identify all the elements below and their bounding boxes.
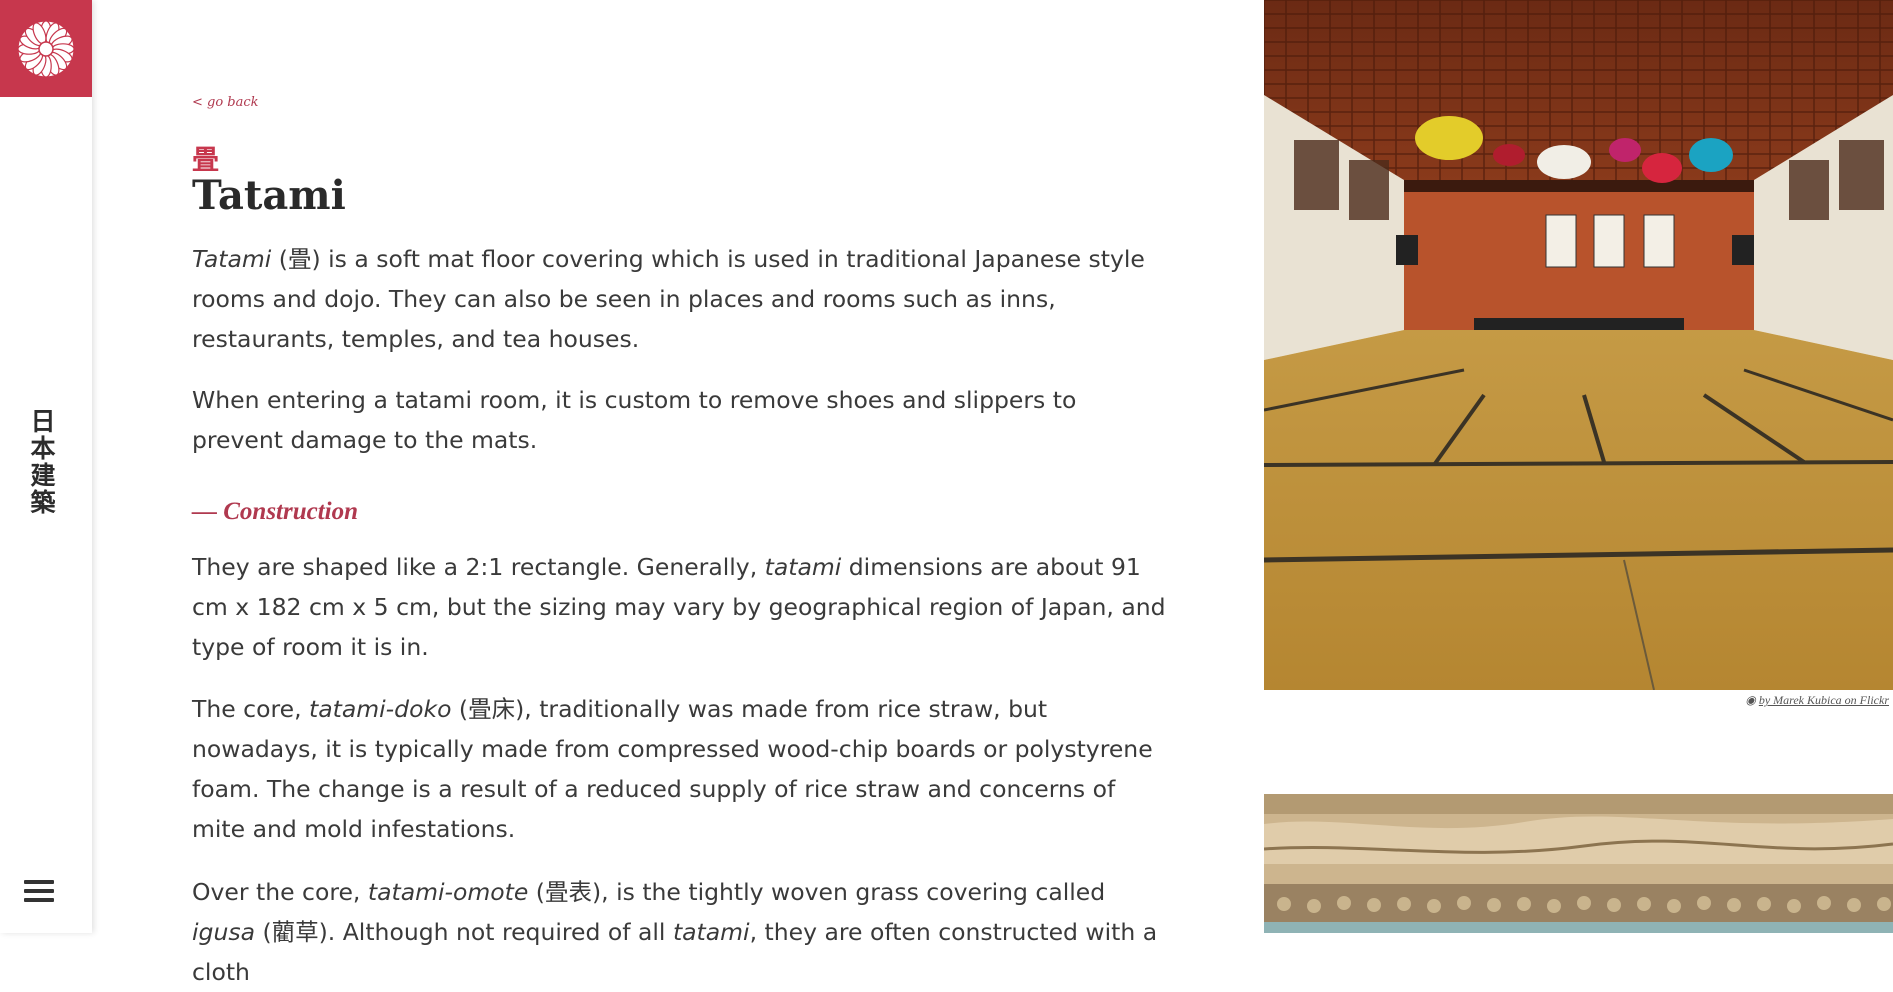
site-title-vertical: 日本建築: [27, 408, 56, 516]
logo[interactable]: [0, 0, 92, 97]
paragraph-intro: Tatami (畳) is a soft mat floor covering …: [192, 245, 1145, 353]
hamburger-menu-icon[interactable]: [24, 876, 54, 906]
chrysanthemum-icon: [17, 19, 75, 78]
photo-credit: ◉ by Marek Kubica on Flickr: [1745, 693, 1889, 708]
paragraph-shape: They are shaped like a 2:1 rectangle. Ge…: [192, 553, 1166, 661]
tatami-room-photo: [1264, 0, 1893, 690]
go-back-link[interactable]: < go back: [192, 95, 259, 110]
photo-credit-link[interactable]: by Marek Kubica on Flickr: [1759, 693, 1889, 707]
tatami-cross-section-photo: [1264, 794, 1893, 933]
sidebar: 日本建築: [0, 0, 92, 933]
section-heading-construction: — Construction: [192, 498, 359, 525]
paragraph-covering: Over the core, tatami-omote (畳表), is the…: [192, 878, 1158, 986]
camera-icon: ◉: [1745, 693, 1756, 707]
paragraph-core: The core, tatami-doko (畳床), traditionall…: [192, 695, 1153, 843]
paragraph-custom: When entering a tatami room, it is custo…: [192, 386, 1077, 454]
page-title: Tatami: [192, 172, 346, 219]
